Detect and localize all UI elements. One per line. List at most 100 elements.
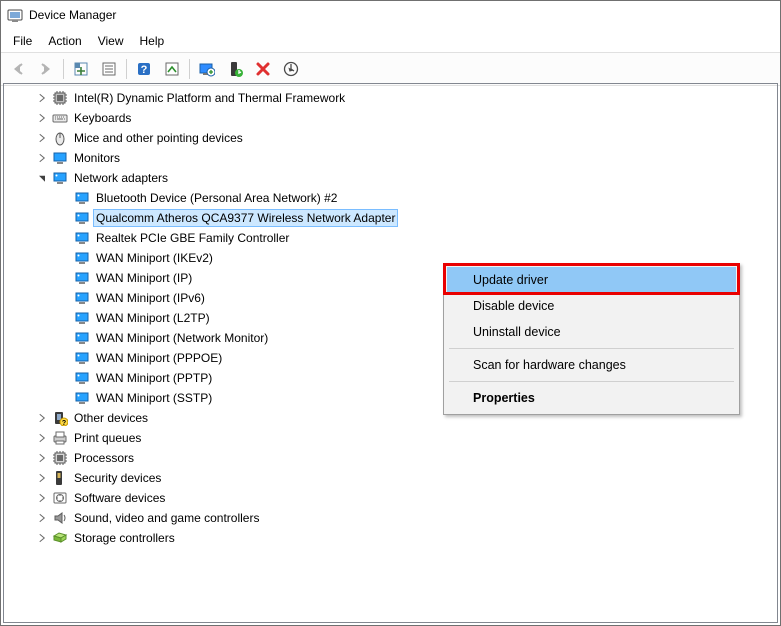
menu-file[interactable]: File (5, 32, 40, 50)
expand-icon[interactable] (34, 470, 50, 486)
menu-item[interactable]: Uninstall device (447, 319, 736, 345)
tree-item-label: Sound, video and game controllers (72, 510, 261, 526)
tree-item-label: Bluetooth Device (Personal Area Network)… (94, 190, 339, 206)
sec-icon (52, 470, 68, 486)
collapse-icon[interactable] (34, 170, 50, 186)
tree-item-label: Network adapters (72, 170, 170, 186)
tree-item-label: WAN Miniport (L2TP) (94, 310, 212, 326)
prn-icon (52, 430, 68, 446)
menu-item[interactable]: Update driver (447, 267, 736, 293)
tree-item-label: Print queues (72, 430, 143, 446)
toggle-spacer (56, 350, 72, 366)
menu-separator (449, 381, 734, 382)
expand-icon[interactable] (34, 510, 50, 526)
snd-icon (52, 510, 68, 526)
expand-icon[interactable] (34, 150, 50, 166)
tree-item-label: WAN Miniport (Network Monitor) (94, 330, 270, 346)
tree-item-label: Processors (72, 450, 136, 466)
tree-item-label: Keyboards (72, 110, 133, 126)
net-icon (74, 210, 90, 226)
stor-icon (52, 530, 68, 546)
toolbar-separator (63, 59, 64, 79)
devmgr-icon (7, 7, 23, 23)
tree-item[interactable]: Mice and other pointing devices (4, 128, 777, 148)
toggle-spacer (56, 210, 72, 226)
menubar: File Action View Help (1, 30, 780, 52)
tree-item-label: WAN Miniport (IPv6) (94, 290, 207, 306)
expand-icon[interactable] (34, 450, 50, 466)
tree-item-label: WAN Miniport (IP) (94, 270, 194, 286)
tree-item-label: Intel(R) Dynamic Platform and Thermal Fr… (72, 90, 347, 106)
menu-action[interactable]: Action (40, 32, 89, 50)
menu-help[interactable]: Help (132, 32, 173, 50)
toolbar (1, 52, 780, 86)
tree-item-label: Realtek PCIe GBE Family Controller (94, 230, 291, 246)
net-icon (74, 190, 90, 206)
tree-item[interactable]: Software devices (4, 488, 777, 508)
device-manager-window: Device Manager File Action View Help Int… (0, 0, 781, 626)
toggle-spacer (56, 370, 72, 386)
expand-icon[interactable] (34, 410, 50, 426)
toggle-spacer (56, 290, 72, 306)
net-icon (74, 290, 90, 306)
tree-item[interactable]: Network adapters (4, 168, 777, 188)
oth-icon (52, 410, 68, 426)
window-title: Device Manager (29, 8, 116, 22)
mon-icon (52, 150, 68, 166)
expand-icon[interactable] (34, 490, 50, 506)
menu-separator (449, 348, 734, 349)
uninstall-device-button[interactable] (250, 56, 276, 82)
tree-item[interactable]: Keyboards (4, 108, 777, 128)
tree-item[interactable]: Monitors (4, 148, 777, 168)
net-icon (74, 310, 90, 326)
toggle-spacer (56, 390, 72, 406)
tree-item-label: Other devices (72, 410, 150, 426)
expand-icon[interactable] (34, 530, 50, 546)
tree-item-label: Qualcomm Atheros QCA9377 Wireless Networ… (94, 210, 397, 226)
net-icon (74, 350, 90, 366)
tree-item[interactable]: Print queues (4, 428, 777, 448)
show-hide-tree-button[interactable] (68, 56, 94, 82)
tree-item-label: Monitors (72, 150, 122, 166)
tree-item[interactable]: Qualcomm Atheros QCA9377 Wireless Networ… (4, 208, 777, 228)
toolbar-separator (126, 59, 127, 79)
tree-item-label: WAN Miniport (IKEv2) (94, 250, 215, 266)
update-driver-button[interactable] (194, 56, 220, 82)
tree-item[interactable]: Security devices (4, 468, 777, 488)
menu-item[interactable]: Properties (447, 385, 736, 411)
net-icon (74, 250, 90, 266)
expand-icon[interactable] (34, 430, 50, 446)
toggle-spacer (56, 190, 72, 206)
menu-view[interactable]: View (90, 32, 132, 50)
expand-icon[interactable] (34, 90, 50, 106)
net-icon (74, 370, 90, 386)
properties-button[interactable] (96, 56, 122, 82)
menu-item[interactable]: Disable device (447, 293, 736, 319)
tree-item-label: Security devices (72, 470, 163, 486)
tree-item-label: Software devices (72, 490, 167, 506)
tree-item[interactable]: Bluetooth Device (Personal Area Network)… (4, 188, 777, 208)
tree-item-label: WAN Miniport (PPTP) (94, 370, 214, 386)
tree-item[interactable]: Intel(R) Dynamic Platform and Thermal Fr… (4, 88, 777, 108)
tree-item-label: WAN Miniport (SSTP) (94, 390, 214, 406)
toggle-spacer (56, 330, 72, 346)
help-button[interactable] (131, 56, 157, 82)
scan-hardware-button[interactable] (278, 56, 304, 82)
tree-item[interactable]: Processors (4, 448, 777, 468)
toggle-spacer (56, 250, 72, 266)
menu-item[interactable]: Scan for hardware changes (447, 352, 736, 378)
tree-item-label: Storage controllers (72, 530, 177, 546)
tree-item[interactable]: Storage controllers (4, 528, 777, 548)
expand-icon[interactable] (34, 130, 50, 146)
tree-item-label: Mice and other pointing devices (72, 130, 245, 146)
cpu-icon (52, 450, 68, 466)
toggle-spacer (56, 270, 72, 286)
tree-item[interactable]: Sound, video and game controllers (4, 508, 777, 528)
net-icon (74, 270, 90, 286)
net-icon (74, 330, 90, 346)
chip-icon (52, 90, 68, 106)
enable-device-button[interactable] (222, 56, 248, 82)
tree-item[interactable]: Realtek PCIe GBE Family Controller (4, 228, 777, 248)
action-button[interactable] (159, 56, 185, 82)
expand-icon[interactable] (34, 110, 50, 126)
